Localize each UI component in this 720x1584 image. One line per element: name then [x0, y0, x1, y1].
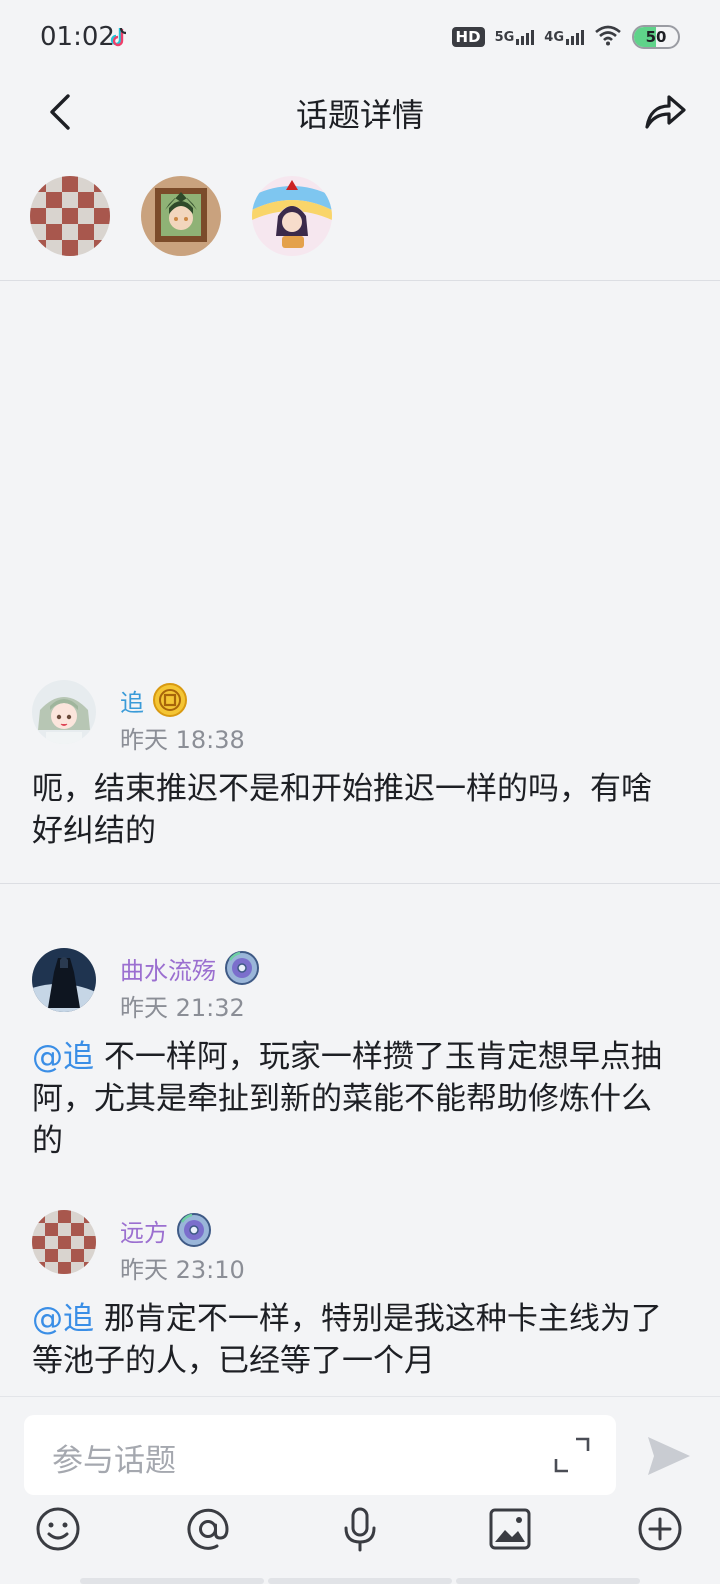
avatar[interactable] [32, 680, 96, 744]
avatar[interactable] [32, 948, 96, 1012]
divider [0, 280, 720, 281]
avatar[interactable] [32, 1210, 96, 1274]
image-button[interactable] [484, 1503, 536, 1555]
at-icon [187, 1508, 229, 1550]
page-title: 话题详情 [295, 96, 424, 134]
microphone-icon [344, 1507, 376, 1552]
home-indicator [80, 1578, 640, 1584]
voice-button[interactable] [334, 1503, 386, 1555]
post-time: 昨天 21:32 [120, 994, 245, 1022]
composer-toolbar [0, 1503, 720, 1573]
signal-4g-icon: 4G [544, 29, 584, 45]
top-bar: 话题详情 [0, 76, 720, 148]
battery-level: 50 [645, 28, 667, 46]
emoji-icon [36, 1507, 80, 1551]
post-author: 曲水流殇 [120, 950, 260, 986]
comment-composer: 参与话题 [0, 1396, 720, 1584]
avatar[interactable] [30, 176, 110, 256]
post-author: 远方 [120, 1212, 212, 1248]
share-icon [645, 95, 686, 129]
post-time: 昨天 18:38 [120, 726, 245, 754]
image-icon [489, 1508, 531, 1550]
gold-coin-badge-icon [153, 683, 187, 717]
battery-icon: 50 [632, 25, 680, 49]
post-content: @追 不一样阿，玩家一样攒了玉肯定想早点抽阿，尤其是牵扯到新的菜能不能帮助修炼什… [32, 1036, 672, 1162]
status-time: 01:02 [40, 22, 115, 52]
reply-item: 远方 昨天 23:10 @追 那肯定不一样，特别是我这种卡主线为了等池子的人，已… [32, 1210, 692, 1390]
emoji-button[interactable] [32, 1503, 84, 1555]
reply-item: 曲水流殇 昨天 21:32 @追 不一样阿，玩家一样攒了玉肯定想早点抽阿，尤其是… [32, 948, 692, 1168]
share-button[interactable] [640, 86, 690, 136]
divider [0, 883, 720, 884]
mention-button[interactable] [182, 1503, 234, 1555]
disc-badge-icon [225, 951, 259, 985]
author-name[interactable]: 远方 [120, 1213, 168, 1248]
mention-link[interactable]: @追 [32, 1301, 94, 1337]
send-icon [648, 1437, 690, 1475]
avatar[interactable] [141, 176, 221, 256]
expand-icon[interactable] [552, 1435, 592, 1475]
more-button[interactable] [634, 1503, 686, 1555]
reply-text: 那肯定不一样，特别是我这种卡主线为了等池子的人，已经等了一个月 [32, 1301, 662, 1379]
disc-badge-icon [177, 1213, 211, 1247]
hd-icon: HD [451, 27, 485, 47]
author-name[interactable]: 追 [120, 683, 144, 718]
topic-input[interactable]: 参与话题 [24, 1415, 616, 1495]
post-content: @追 那肯定不一样，特别是我这种卡主线为了等池子的人，已经等了一个月 [32, 1298, 672, 1382]
reply-text: 不一样阿，玩家一样攒了玉肯定想早点抽阿，尤其是牵扯到新的菜能不能帮助修炼什么的 [32, 1039, 662, 1159]
tiktok-icon [110, 26, 130, 52]
author-name[interactable]: 曲水流殇 [120, 951, 216, 986]
mention-link[interactable]: @追 [32, 1039, 94, 1075]
post-author: 追 [120, 682, 188, 718]
input-placeholder: 参与话题 [52, 1443, 176, 1479]
post-content: 呃，结束推迟不是和开始推迟一样的吗，有啥好纠结的 [32, 771, 652, 849]
signal-4g-label: 4G [544, 29, 564, 45]
send-button[interactable] [644, 1431, 694, 1481]
signal-5g-icon: 5G [494, 29, 535, 45]
status-bar: 01:02 HD 5G 4G 50 [0, 0, 720, 76]
signal-5g-label: 5G [494, 29, 515, 45]
wifi-icon [594, 24, 622, 50]
post-item: 追 昨天 18:38 呃，结束推迟不是和开始推迟一样的吗，有啥好纠结的 [32, 680, 692, 860]
participant-avatars [30, 176, 332, 256]
avatar[interactable] [252, 176, 332, 256]
plus-circle-icon [638, 1507, 682, 1551]
post-time: 昨天 23:10 [120, 1256, 245, 1284]
